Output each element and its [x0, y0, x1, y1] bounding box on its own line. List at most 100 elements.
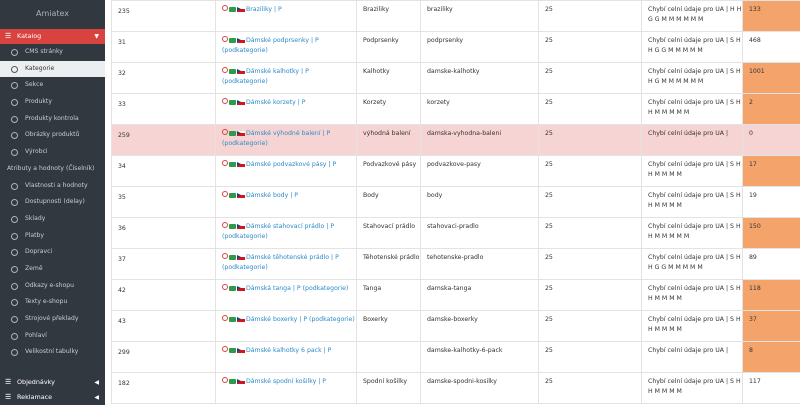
cell-title: Dámské kalhotky | P (podkategorie): [215, 62, 357, 94]
radio-circle-icon: [11, 49, 18, 56]
camera-icon[interactable]: [229, 192, 236, 198]
pin-icon[interactable]: [222, 98, 228, 104]
cell-url: podvazkove-pasy: [420, 155, 539, 187]
sidebar-item-label: Dostupnosti (delay): [25, 198, 85, 206]
cell-stock: 89: [742, 248, 800, 280]
sidebar-item[interactable]: Sekce: [0, 77, 105, 94]
sidebar-item[interactable]: Země: [0, 261, 105, 278]
sidebar-item[interactable]: Kategorie: [0, 60, 105, 78]
sidebar-item[interactable]: Odkazy e-shopu: [0, 278, 105, 295]
pin-icon[interactable]: [222, 346, 228, 352]
radio-circle-icon: [11, 65, 18, 73]
cell-id: 42: [111, 279, 216, 311]
category-link[interactable]: Dámské boxerky | P (podkategorie): [246, 316, 355, 323]
sidebar-item-label: Texty e-shopu: [25, 298, 68, 306]
sidebar-item-label: Atributy a hodnoty (Číselník): [7, 164, 95, 172]
category-link[interactable]: Dámská tanga | P (podkategorie): [246, 285, 348, 292]
category-link[interactable]: Dámské podvazkové pásy | P: [246, 161, 336, 168]
camera-icon[interactable]: [229, 254, 236, 260]
table-row: 37 Dámské těhotenské prádlo | P (podkateg…: [111, 248, 800, 280]
pin-icon[interactable]: [222, 315, 228, 321]
camera-icon[interactable]: [229, 285, 236, 291]
sidebar-item[interactable]: Strojové překlady: [0, 311, 105, 328]
sidebar-item[interactable]: Produkty: [0, 94, 105, 111]
sidebar-item[interactable]: Platby: [0, 228, 105, 245]
cell-stock: 468: [742, 31, 800, 63]
cell-number: 25: [538, 0, 642, 32]
sidebar-item[interactable]: Sklady: [0, 211, 105, 228]
cell-note: Chybí celní údaje pro UA | S H H M M M M: [641, 155, 743, 187]
table-row: 36 Dámské stahovací prádlo | P (podkatego…: [111, 217, 800, 249]
pin-icon[interactable]: [222, 67, 228, 73]
camera-icon[interactable]: [229, 68, 236, 74]
camera-icon[interactable]: [229, 6, 236, 12]
category-table: 235 Braziliky | P Braziliky braziliky 25 Chyb…: [111, 0, 800, 404]
pin-icon[interactable]: [222, 222, 228, 228]
cell-number: 25: [538, 62, 642, 94]
pin-icon[interactable]: [222, 36, 228, 42]
sidebar-item[interactable]: Atributy a hodnoty (Číselník): [0, 161, 105, 178]
sidebar-item[interactable]: Produkty kontrola: [0, 111, 105, 128]
cell-note: Chybí celní údaje pro UA | S H H G G M M…: [641, 31, 743, 63]
cell-id: 37: [111, 248, 216, 280]
camera-icon[interactable]: [229, 99, 236, 105]
category-link[interactable]: Braziliky | P: [246, 6, 282, 13]
sidebar-item[interactable]: Velikostní tabulky: [0, 344, 105, 361]
radio-circle-icon: [11, 349, 18, 357]
category-link[interactable]: Dámské spodní košilky | P: [246, 378, 326, 385]
pin-icon[interactable]: [222, 129, 228, 135]
sidebar-item[interactable]: Pohlaví: [0, 328, 105, 345]
cell-stock: 2: [742, 93, 800, 125]
cell-stock: 133: [742, 0, 800, 32]
cell-title: Dámské podprsenky | P (podkategorie): [215, 31, 357, 63]
list-icon: ☰: [5, 393, 12, 401]
cell-id: 35: [111, 186, 216, 218]
cell-note: Chybí celní údaje pro UA | S H H M M M M: [641, 186, 743, 218]
category-table-area: 235 Braziliky | P Braziliky braziliky 25 Chyb…: [111, 0, 800, 405]
cell-name: výhodná balení: [356, 124, 421, 156]
cell-stock: 17: [742, 155, 800, 187]
sidebar-section-katalog[interactable]: ☰ Katalog ▼: [0, 29, 105, 44]
camera-icon[interactable]: [229, 130, 236, 136]
sidebar-item[interactable]: Dostupnosti (delay): [0, 194, 105, 211]
radio-circle-icon: [11, 115, 18, 123]
table-row: 299 Dámské kalhotky 6 pack | P damske-kalh…: [111, 341, 800, 373]
cell-number: 25: [538, 310, 642, 342]
cell-url: podprsenky: [420, 31, 539, 63]
sidebar-item[interactable]: Texty e-shopu: [0, 294, 105, 311]
pin-icon[interactable]: [222, 191, 228, 197]
table-row: 31 Dámské podprsenky | P (podkategorie) Po…: [111, 31, 800, 63]
camera-icon[interactable]: [229, 223, 236, 229]
camera-icon[interactable]: [229, 347, 236, 353]
cz-flag-icon: [237, 6, 245, 12]
brand-logo[interactable]: Amiatex: [0, 0, 105, 29]
camera-icon[interactable]: [229, 316, 236, 322]
sidebar-item[interactable]: Obrázky produktů: [0, 127, 105, 144]
pin-icon[interactable]: [222, 253, 228, 259]
pin-icon[interactable]: [222, 160, 228, 166]
sidebar-item-label: Odkazy e-shopu: [25, 281, 75, 289]
category-link[interactable]: Dámské kalhotky 6 pack | P: [246, 347, 331, 354]
sidebar-section-complaints[interactable]: ☰ Reklamace ◀: [0, 390, 105, 405]
pin-icon[interactable]: [222, 284, 228, 290]
cell-name: [356, 341, 421, 373]
sidebar-item-label: Produkty: [25, 98, 52, 106]
camera-icon[interactable]: [229, 161, 236, 167]
sidebar-item-label: Země: [25, 264, 43, 272]
camera-icon[interactable]: [229, 378, 236, 384]
sidebar-section-orders[interactable]: ☰ Objednávky ◀: [0, 375, 105, 390]
sidebar-item[interactable]: Vlastnosti a hodnoty: [0, 178, 105, 195]
pin-icon[interactable]: [222, 5, 228, 11]
category-link[interactable]: Dámské korzety | P: [246, 99, 306, 106]
cz-flag-icon: [237, 161, 245, 167]
sidebar-item-label: Obrázky produktů: [25, 131, 80, 139]
category-link[interactable]: Dámské body | P: [246, 192, 298, 199]
pin-icon[interactable]: [222, 377, 228, 383]
camera-icon[interactable]: [229, 37, 236, 43]
sidebar-section-label: Reklamace: [17, 393, 53, 401]
cell-name: Braziliky: [356, 0, 421, 32]
sidebar-item[interactable]: Dopravci: [0, 244, 105, 261]
sidebar-item[interactable]: Výrobci: [0, 144, 105, 161]
cell-url: stahovaci-pradlo: [420, 217, 539, 249]
sidebar-item[interactable]: CMS stránky: [0, 44, 105, 61]
